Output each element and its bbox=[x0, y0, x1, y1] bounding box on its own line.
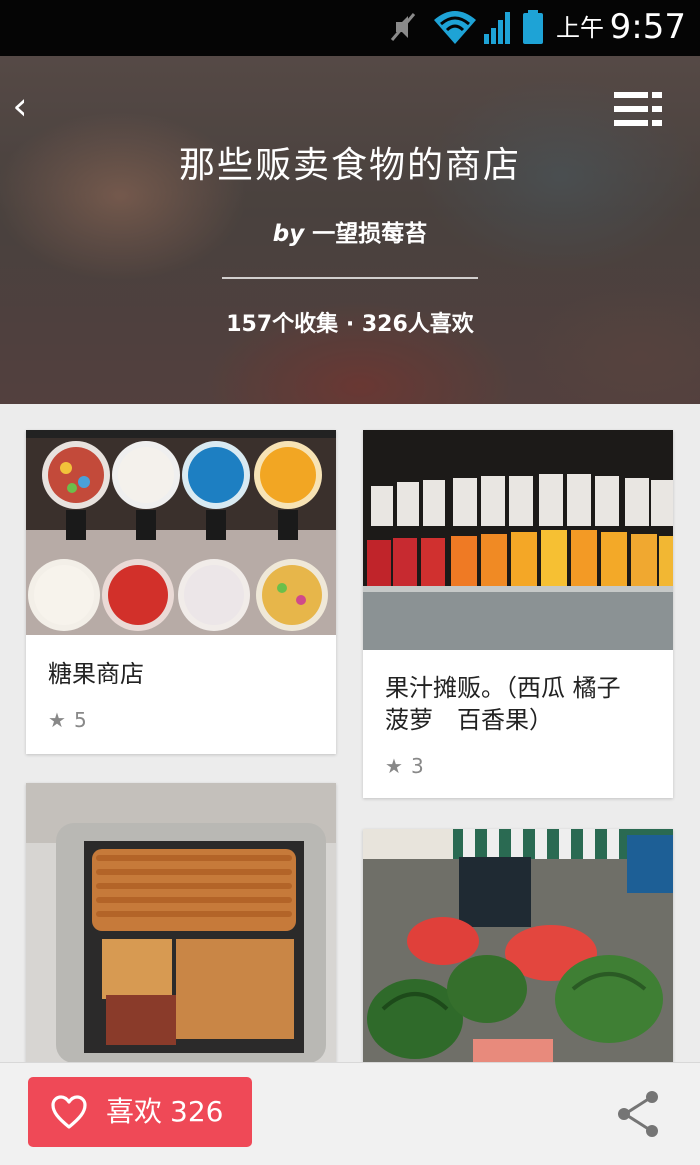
like-text: 喜欢 bbox=[106, 1095, 163, 1128]
heart-icon bbox=[51, 1095, 87, 1129]
app-root: 上午 9:57 ‹ 那些贩卖食物的商店 by 一望损莓苔 157个收集 · 326… bbox=[0, 0, 700, 1165]
card-title: 糖果商店 bbox=[48, 660, 144, 688]
share-icon[interactable] bbox=[614, 1089, 662, 1139]
card-candy-shop[interactable]: 糖果商店 ★ 5 bbox=[26, 430, 336, 754]
status-ampm: 上午 bbox=[556, 14, 604, 42]
candy-shop-image bbox=[26, 430, 336, 635]
bread-van-image bbox=[26, 783, 336, 1063]
back-icon[interactable]: ‹ bbox=[8, 86, 32, 130]
wifi-icon bbox=[434, 11, 476, 44]
collection-header: ‹ 那些贩卖食物的商店 by 一望损莓苔 157个收集 · 326人喜欢 bbox=[0, 56, 700, 404]
like-count: 326 bbox=[170, 1095, 224, 1128]
collection-stats: 157个收集 · 326人喜欢 bbox=[226, 312, 474, 337]
card-title: 果汁摊贩。（西瓜 橘子 菠萝 百香果） bbox=[385, 674, 621, 734]
rating-value: 3 bbox=[410, 754, 424, 778]
card-rating: ★ 5 bbox=[48, 706, 87, 734]
star-icon: ★ bbox=[48, 708, 66, 732]
like-button[interactable]: 喜欢 326 bbox=[28, 1077, 252, 1147]
rating-value: 5 bbox=[73, 708, 87, 732]
star-icon: ★ bbox=[385, 754, 403, 778]
card-rating: ★ 3 bbox=[385, 752, 424, 780]
header-divider bbox=[222, 277, 478, 279]
status-bar: 上午 9:57 bbox=[0, 0, 700, 56]
author-name: 一望损莓苔 bbox=[312, 221, 428, 247]
collection-author[interactable]: by 一望损莓苔 bbox=[0, 218, 700, 250]
collection-title: 那些贩卖食物的商店 bbox=[178, 145, 521, 186]
author-prefix: by bbox=[272, 221, 305, 247]
juice-stall-image bbox=[363, 430, 673, 650]
bottom-action-bar: 喜欢 326 bbox=[0, 1062, 700, 1165]
signal-icon bbox=[484, 12, 510, 44]
card-watermelon-market[interactable] bbox=[363, 829, 673, 1063]
watermelon-market-image bbox=[363, 829, 673, 1063]
card-juice-stall[interactable]: 果汁摊贩。（西瓜 橘子 菠萝 百香果） ★ 3 bbox=[363, 430, 673, 798]
list-menu-icon[interactable] bbox=[614, 90, 664, 128]
status-time: 9:57 bbox=[609, 7, 686, 47]
card-bread-van[interactable] bbox=[26, 783, 336, 1063]
battery-icon bbox=[523, 10, 543, 44]
mute-icon bbox=[390, 13, 416, 41]
like-label: 喜欢 326 bbox=[106, 1092, 223, 1132]
